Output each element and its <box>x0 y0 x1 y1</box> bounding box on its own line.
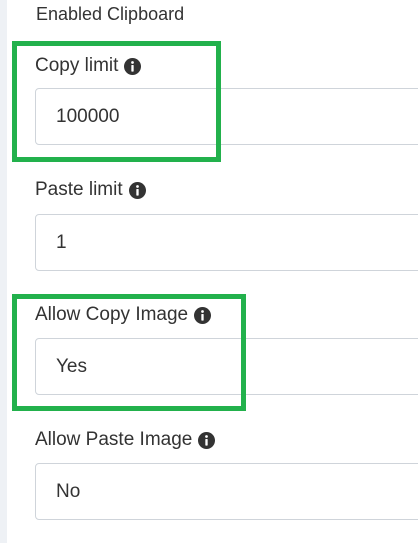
paste-limit-label: Paste limit <box>35 178 146 202</box>
info-circle-icon[interactable] <box>128 181 146 199</box>
paste-limit-input[interactable]: 1 <box>35 214 418 271</box>
section-title: Enabled Clipboard <box>36 4 185 24</box>
copy-limit-label-text: Copy limit <box>35 55 119 76</box>
paste-limit-value: 1 <box>56 232 67 253</box>
copy-limit-input[interactable]: 100000 <box>35 88 418 145</box>
allow-paste-image-label: Allow Paste Image <box>35 428 216 452</box>
allow-copy-image-select[interactable]: Yes <box>35 338 418 395</box>
copy-limit-value: 100000 <box>56 106 120 127</box>
info-circle-icon[interactable] <box>124 57 142 75</box>
paste-limit-label-text: Paste limit <box>35 179 123 200</box>
info-circle-icon[interactable] <box>194 306 212 324</box>
copy-limit-label: Copy limit <box>35 54 142 78</box>
allow-copy-image-label: Allow Copy Image <box>35 303 212 327</box>
allow-paste-image-label-text: Allow Paste Image <box>35 429 193 450</box>
allow-paste-image-value: No <box>56 481 81 502</box>
left-panel-edge <box>0 0 7 543</box>
info-circle-icon[interactable] <box>198 431 216 449</box>
allow-paste-image-select[interactable]: No <box>35 463 418 520</box>
allow-copy-image-label-text: Allow Copy Image <box>35 304 189 325</box>
allow-copy-image-value: Yes <box>56 356 87 377</box>
